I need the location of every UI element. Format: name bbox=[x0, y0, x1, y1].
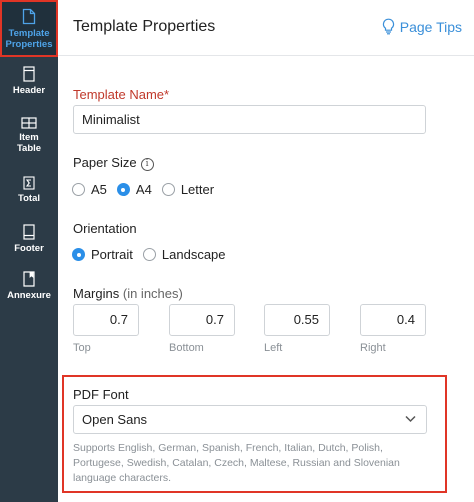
pdf-font-selected-value: Open Sans bbox=[82, 412, 148, 427]
paper-size-option-a4[interactable]: A4 bbox=[116, 182, 152, 197]
sidebar-item-footer[interactable]: Footer bbox=[0, 224, 58, 254]
radio-label: Portrait bbox=[91, 247, 133, 262]
template-name-input[interactable]: Minimalist bbox=[73, 105, 426, 134]
sigma-icon bbox=[23, 176, 35, 190]
radio-label: Landscape bbox=[161, 247, 226, 262]
sidebar-item-annexure[interactable]: Annexure bbox=[0, 271, 58, 301]
radio-button-selected[interactable] bbox=[116, 183, 130, 196]
margin-left-input[interactable]: 0.55 bbox=[264, 304, 330, 336]
sidebar-item-item-table[interactable]: Item Table bbox=[0, 117, 58, 154]
sidebar-item-label: Total bbox=[18, 193, 40, 204]
info-icon[interactable]: i bbox=[140, 158, 154, 171]
margin-top-label: Top bbox=[73, 342, 91, 354]
radio-button[interactable] bbox=[142, 248, 156, 261]
margin-top-input[interactable]: 0.7 bbox=[73, 304, 139, 336]
orientation-option-landscape[interactable]: Landscape bbox=[142, 247, 226, 262]
sidebar-item-label: Footer bbox=[14, 243, 44, 254]
pdf-font-label: PDF Font bbox=[73, 387, 129, 402]
sidebar-item-label: Item bbox=[19, 132, 39, 143]
annexure-icon bbox=[23, 271, 35, 287]
sidebar-item-label: Header bbox=[12, 85, 46, 96]
template-name-label: Template Name* bbox=[73, 87, 170, 102]
radio-button[interactable] bbox=[72, 183, 85, 196]
page-tips-label: Page Tips bbox=[399, 18, 462, 35]
table-icon bbox=[21, 117, 37, 129]
sidebar-item-label: Properties bbox=[5, 39, 53, 50]
paper-size-label-text: Paper Size bbox=[73, 155, 137, 170]
sidebar-item-label: Annexure bbox=[7, 290, 51, 301]
radio-button-selected[interactable] bbox=[72, 248, 85, 261]
pdf-font-select[interactable]: Open Sans bbox=[73, 405, 427, 434]
page-title: Template Properties bbox=[73, 18, 216, 35]
margin-right-input[interactable]: 0.4 bbox=[360, 304, 426, 336]
margins-label: Margins (in inches) bbox=[73, 286, 183, 301]
header-icon bbox=[23, 66, 35, 82]
pdf-font-section: PDF Font Open Sans Supports English, Ger… bbox=[62, 375, 447, 493]
paper-size-options: A5 A4 Letter bbox=[72, 182, 224, 197]
header-divider bbox=[58, 55, 474, 56]
sidebar-item-header[interactable]: Header bbox=[0, 66, 58, 96]
radio-label: A4 bbox=[135, 182, 152, 197]
template-properties-panel: Template Properties Page Tips Template N… bbox=[58, 0, 474, 502]
radio-label: Letter bbox=[180, 182, 215, 197]
page-tips-link[interactable]: Page Tips bbox=[382, 18, 462, 35]
margin-left-label: Left bbox=[264, 342, 283, 354]
margin-bottom-label: Bottom bbox=[169, 342, 204, 354]
paper-size-option-letter[interactable]: Letter bbox=[161, 182, 215, 197]
sidebar-item-label: Table bbox=[16, 143, 42, 154]
sidebar: Template Properties Header Item Table To… bbox=[0, 0, 58, 502]
margin-right-label: Right bbox=[360, 342, 386, 354]
lightbulb-icon bbox=[382, 18, 394, 35]
paper-size-label: Paper Size i bbox=[73, 155, 154, 171]
sidebar-item-total[interactable]: Total bbox=[0, 176, 58, 204]
orientation-option-portrait[interactable]: Portrait bbox=[72, 247, 133, 262]
chevron-down-icon bbox=[405, 415, 416, 423]
orientation-label: Orientation bbox=[73, 221, 137, 236]
sidebar-item-label: Template bbox=[8, 28, 50, 39]
margins-unit-note: (in inches) bbox=[122, 286, 183, 301]
footer-icon bbox=[23, 224, 35, 240]
orientation-options: Portrait Landscape bbox=[72, 247, 236, 262]
document-icon bbox=[22, 8, 36, 25]
margin-bottom-input[interactable]: 0.7 bbox=[169, 304, 235, 336]
paper-size-option-a5[interactable]: A5 bbox=[72, 182, 107, 197]
radio-label: A5 bbox=[91, 182, 107, 197]
sidebar-item-template-properties[interactable]: Template Properties bbox=[0, 0, 58, 57]
radio-button[interactable] bbox=[161, 183, 175, 196]
margins-label-text: Margins bbox=[73, 286, 120, 301]
pdf-font-help-text: Supports English, German, Spanish, Frenc… bbox=[73, 442, 400, 484]
